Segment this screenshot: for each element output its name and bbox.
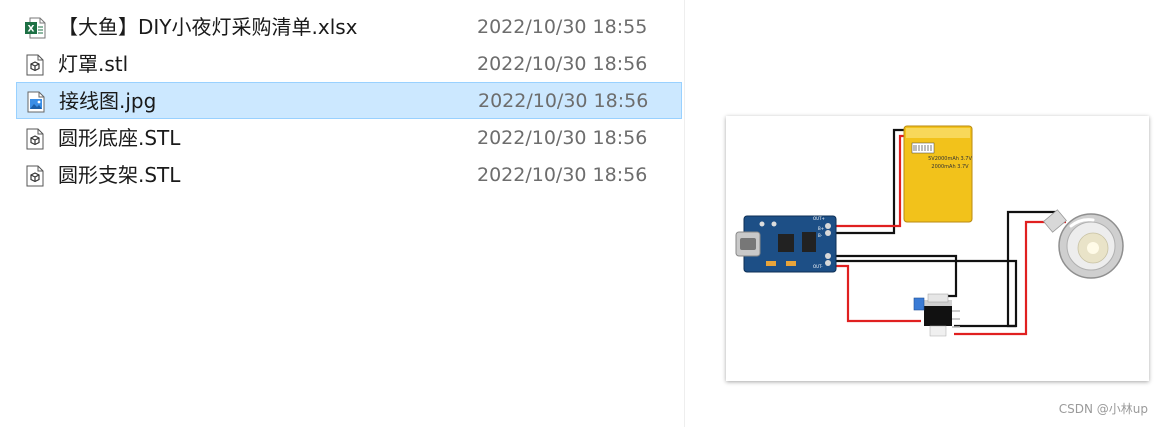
file-name: 圆形底座.STL [58,126,181,150]
file-date: 2022/10/30 18:56 [478,90,649,112]
module-label: OUT- [813,264,823,269]
3d-object-icon [24,128,46,150]
push-switch [913,293,960,337]
file-row-wiring-jpg[interactable]: 接线图.jpg 2022/10/30 18:56 [16,82,682,119]
file-date: 2022/10/30 18:55 [477,16,648,38]
file-name: 接线图.jpg [59,89,157,113]
image-icon [25,91,47,113]
wiring-diagram-preview: 5V2000mAh 3.7V 2000mAh 3.7V OUT+ OUT- B+… [726,116,1149,381]
file-date: 2022/10/30 18:56 [477,127,648,149]
file-name: 灯罩.stl [58,52,129,76]
wire-red [834,134,908,228]
watermark: CSDN @小林up [1058,402,1148,416]
battery-label: 5V2000mAh 3.7V [928,156,972,162]
preview-pane: 5V2000mAh 3.7V 2000mAh 3.7V OUT+ OUT- B+… [685,0,1162,427]
file-list: X 【大鱼】DIY小夜灯采购清单.xlsx 2022/10/30 18:55 灯… [0,0,684,427]
file-row-round-bracket-stl[interactable]: 圆形支架.STL 2022/10/30 18:56 [16,157,682,194]
battery-label: 2000mAh 3.7V [931,164,969,170]
wire-black [834,128,906,235]
file-row-xlsx[interactable]: X 【大鱼】DIY小夜灯采购清单.xlsx 2022/10/30 18:55 [16,9,682,46]
3d-object-icon [24,54,46,76]
file-name: 【大鱼】DIY小夜灯采购清单.xlsx [58,15,358,39]
excel-icon: X [24,17,46,39]
module-label: B+ [818,226,824,231]
file-date: 2022/10/30 18:56 [477,164,648,186]
module-label: B- [818,233,823,238]
wire-red [954,220,1066,336]
file-name: 圆形支架.STL [58,163,181,187]
wiring-diagram-image: 5V2000mAh 3.7V 2000mAh 3.7V OUT+ OUT- B+… [735,125,1124,337]
module-label: OUT+ [813,216,825,221]
battery: 5V2000mAh 3.7V 2000mAh 3.7V [903,125,973,223]
3d-object-icon [24,165,46,187]
charger-module: OUT+ OUT- B+ B- [735,215,837,273]
wire-red [834,264,921,323]
file-row-round-base-stl[interactable]: 圆形底座.STL 2022/10/30 18:56 [16,120,682,157]
file-date: 2022/10/30 18:56 [477,53,648,75]
svg-text:X: X [28,25,35,35]
file-row-lampshade-stl[interactable]: 灯罩.stl 2022/10/30 18:56 [16,46,682,83]
led-bulb [1043,209,1124,279]
